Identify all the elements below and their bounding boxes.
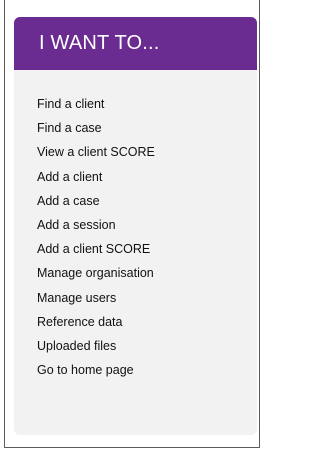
link-view-client-score[interactable]: View a client SCORE <box>37 140 155 164</box>
i-want-to-panel: I WANT TO... Find a client Find a case V… <box>14 17 257 435</box>
link-uploaded-files[interactable]: Uploaded files <box>37 334 155 358</box>
link-add-a-case[interactable]: Add a case <box>37 189 155 213</box>
link-add-a-client[interactable]: Add a client <box>37 165 155 189</box>
link-manage-users[interactable]: Manage users <box>37 286 155 310</box>
quick-links-list: Find a client Find a case View a client … <box>37 92 155 382</box>
link-add-client-score[interactable]: Add a client SCORE <box>37 237 155 261</box>
sidebar-frame: I WANT TO... Find a client Find a case V… <box>4 0 260 448</box>
link-manage-organisation[interactable]: Manage organisation <box>37 261 155 285</box>
link-go-to-home-page[interactable]: Go to home page <box>37 358 155 382</box>
panel-title: I WANT TO... <box>14 17 257 70</box>
link-add-a-session[interactable]: Add a session <box>37 213 155 237</box>
link-find-a-client[interactable]: Find a client <box>37 92 155 116</box>
link-reference-data[interactable]: Reference data <box>37 310 155 334</box>
link-find-a-case[interactable]: Find a case <box>37 116 155 140</box>
